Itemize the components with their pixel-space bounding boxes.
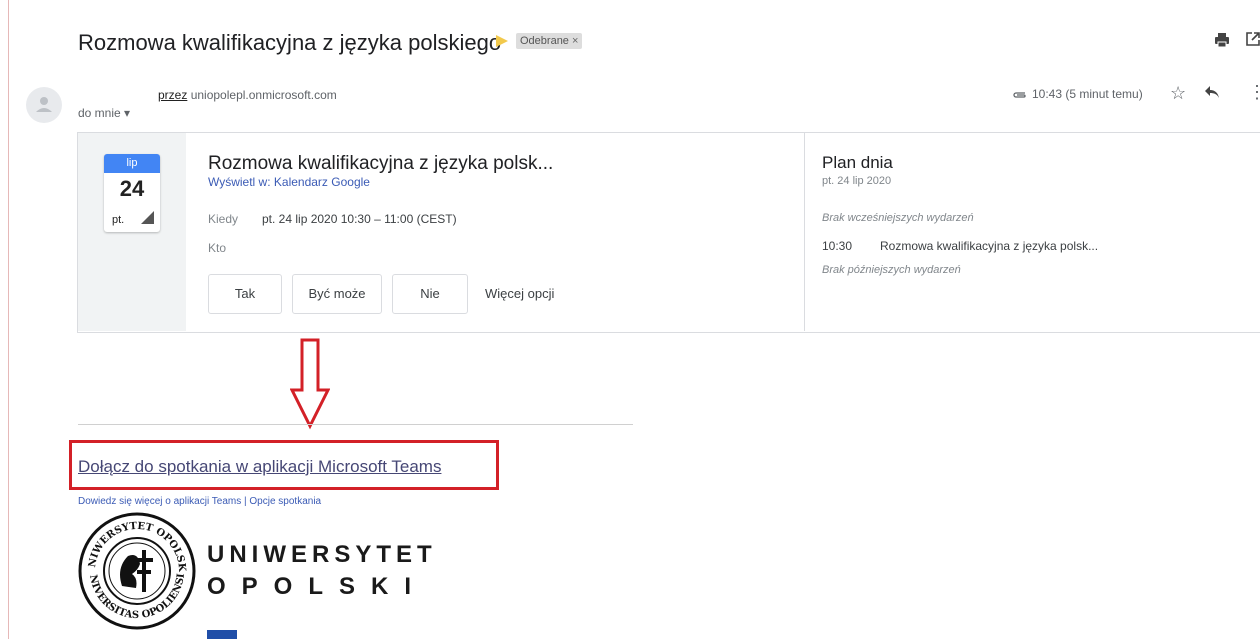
calendar-date-icon: lip 24 pt. [104, 154, 160, 232]
agenda-date: pt. 24 lip 2020 [822, 175, 892, 187]
when-label: Kiedy [208, 212, 239, 226]
eu-flag-logo [207, 630, 237, 639]
agenda-no-later: Brak późniejszych wydarzeń [822, 264, 961, 276]
sender-avatar-person-icon [26, 87, 62, 123]
cal-fold-corner [141, 211, 154, 224]
sender-via: przez uniopolepl.onmicrosoft.com [158, 88, 337, 102]
email-meta: 10:43 (5 minut temu) [1012, 87, 1143, 101]
cal-day: 24 [119, 176, 145, 201]
recipient-details-toggle[interactable]: do mnie ▾ [78, 106, 130, 120]
paperclip-icon [1013, 92, 1026, 98]
content-divider [78, 424, 633, 425]
link-separator: | [244, 496, 247, 507]
university-seal-logo: UNIWERSYTET OPOLSKI UNIVERSITAS OPOLIENS… [74, 504, 196, 635]
event-title: Rozmowa kwalifikacyjna z języka polsk... [208, 153, 554, 174]
sender-via-link[interactable]: przez [158, 88, 187, 102]
teams-sub-links: Dowiedz się więcej o aplikacji Teams | O… [78, 496, 321, 507]
meeting-options-link[interactable]: Opcje spotkania [249, 496, 321, 507]
reply-icon[interactable] [1204, 85, 1220, 104]
print-icon[interactable] [1214, 32, 1230, 53]
more-vert-icon[interactable]: ⋮ [1248, 82, 1260, 103]
remove-label-icon[interactable]: × [572, 35, 578, 47]
popout-icon[interactable] [1246, 32, 1260, 51]
agenda-event-title[interactable]: Rozmowa kwalifikacyjna z języka polsk... [880, 239, 1098, 253]
join-teams-meeting-link[interactable]: Dołącz do spotkania w aplikacji Microsof… [78, 457, 441, 477]
cal-weekday: pt. [112, 214, 125, 226]
email-subject: Rozmowa kwalifikacyjna z języka polskieg… [78, 30, 502, 55]
who-label: Kto [208, 241, 227, 255]
email-time: 10:43 (5 minut temu) [1032, 87, 1143, 101]
more-options-link[interactable]: Więcej opcji [485, 286, 554, 301]
rsvp-yes-button[interactable]: Tak [208, 274, 282, 314]
rsvp-no-button[interactable]: Nie [392, 274, 468, 314]
view-in-calendar-link[interactable]: Wyświetl w: Kalendarz Google [208, 175, 370, 189]
label-chip-text: Odebrane [520, 35, 569, 47]
when-value: pt. 24 lip 2020 10:30 – 11:00 (CEST) [262, 212, 457, 226]
card-divider [804, 133, 805, 331]
rsvp-maybe-button[interactable]: Być może [292, 274, 382, 314]
agenda-no-earlier: Brak wcześniejszych wydarzeń [822, 212, 974, 224]
label-chip-inbox[interactable]: Odebrane × [516, 33, 583, 49]
down-arrow-icon [289, 338, 331, 435]
learn-more-teams-link[interactable]: Dowiedz się więcej o aplikacji Teams [78, 496, 241, 507]
window-edge [8, 0, 9, 639]
sender-domain: uniopolepl.onmicrosoft.com [190, 88, 337, 102]
agenda-event-time: 10:30 [822, 239, 853, 253]
logo-text-line2: OPOLSKI [207, 573, 428, 600]
agenda-title: Plan dnia [822, 153, 893, 172]
star-icon[interactable]: ☆ [1170, 83, 1186, 104]
cal-month: lip [104, 154, 160, 173]
importance-marker-icon[interactable] [496, 35, 508, 47]
logo-text-line1: UNIWERSYTET [207, 541, 437, 568]
